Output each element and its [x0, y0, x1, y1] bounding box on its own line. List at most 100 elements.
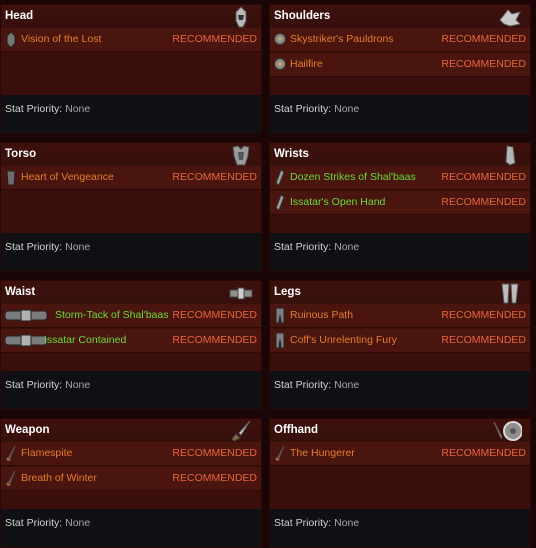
item-name-link[interactable]: Breath of Winter — [21, 472, 97, 484]
item-name-link[interactable]: Issatar's Open Hand — [290, 196, 385, 208]
pauldron-item-icon — [274, 56, 286, 73]
item-name-link[interactable]: Flamespite — [21, 447, 72, 459]
item-row[interactable]: Hailfire RECOMMENDED — [270, 53, 530, 77]
stat-priority-key: Stat Priority: — [5, 241, 63, 253]
stat-priority-label: Stat Priority: None — [5, 517, 90, 529]
item-row[interactable]: Flamespite RECOMMENDED — [1, 442, 261, 466]
stat-priority-label: Stat Priority: None — [5, 241, 90, 253]
item-row[interactable]: Coff's Unrelenting Fury RECOMMENDED — [270, 329, 530, 353]
helmet-item-icon — [5, 31, 17, 48]
chest-armor-icon — [229, 144, 253, 166]
stat-priority-bar: Stat Priority: None — [1, 95, 261, 133]
recommended-tag: RECOMMENDED — [441, 196, 526, 208]
panel-legs: Legs Ruinous Path RECOMMENDED Coff's Unrele… — [269, 280, 531, 410]
panel-weapon: Weapon Flamespite RECOMMENDED Breath of Win… — [0, 418, 262, 548]
recommended-tag: RECOMMENDED — [441, 447, 526, 459]
recommended-tag: RECOMMENDED — [441, 58, 526, 70]
item-row[interactable]: Storm-Tack of Shal'baas RECOMMENDED — [1, 304, 261, 328]
stat-priority-value: None — [65, 379, 91, 391]
item-name-link[interactable]: Skystriker's Pauldrons — [290, 33, 394, 45]
recommended-tag: RECOMMENDED — [441, 334, 526, 346]
stat-priority-key: Stat Priority: — [5, 517, 63, 529]
stat-priority-bar: Stat Priority: None — [270, 95, 530, 133]
item-row[interactable]: Issatar's Open Hand RECOMMENDED — [270, 191, 530, 215]
dagger-icon — [229, 420, 253, 442]
legs-item-icon — [274, 307, 286, 324]
legs-armor-icon — [498, 282, 522, 304]
panel-title: Waist — [5, 286, 36, 298]
shoulder-armor-icon — [498, 6, 522, 28]
item-row[interactable]: Skystriker's Pauldrons RECOMMENDED — [270, 28, 530, 52]
stat-priority-value: None — [334, 241, 360, 253]
stat-priority-value: None — [65, 103, 91, 115]
panel-title: Shoulders — [274, 10, 331, 22]
panel-title: Weapon — [5, 424, 50, 436]
panel-header: Waist — [1, 281, 261, 303]
panel-wrists: Wrists Dozen Strikes of Shal'baas RECOMMEN… — [269, 142, 531, 272]
panel-title: Wrists — [274, 148, 309, 160]
panel-header: Offhand — [270, 419, 530, 441]
panel-waist: Waist Storm-Tack of Shal'baas RECOMMENDED I… — [0, 280, 262, 410]
dagger-item-icon — [274, 445, 286, 462]
item-name-link[interactable]: Dozen Strikes of Shal'baas — [290, 171, 416, 183]
item-name-link[interactable]: Ruinous Path — [290, 309, 353, 321]
helmet-icon — [229, 6, 253, 28]
stat-priority-key: Stat Priority: — [274, 517, 332, 529]
dagger-item-icon — [5, 445, 17, 462]
stat-priority-label: Stat Priority: None — [274, 103, 359, 115]
item-row[interactable]: Vision of the Lost RECOMMENDED — [1, 28, 261, 52]
item-row[interactable]: Dozen Strikes of Shal'baas RECOMMENDED — [270, 166, 530, 190]
panel-header: Head — [1, 5, 261, 28]
bracer-item-icon — [274, 194, 286, 211]
panel-head: Head Vision of the Lost RECOMMENDED Stat Pr… — [0, 4, 262, 134]
panel-title: Torso — [5, 148, 37, 160]
stat-priority-label: Stat Priority: None — [274, 517, 359, 529]
chest-item-icon — [5, 169, 17, 186]
panel-shoulders: Shoulders Skystriker's Pauldrons RECOMMEND… — [269, 4, 531, 134]
panel-header: Shoulders — [270, 5, 530, 27]
recommended-tag: RECOMMENDED — [172, 334, 257, 346]
panel-title: Offhand — [274, 424, 319, 436]
item-name-link[interactable]: The Hungerer — [290, 447, 355, 459]
dagger-item-icon — [5, 470, 17, 487]
recommended-tag: RECOMMENDED — [441, 171, 526, 183]
panel-torso: Torso Heart of Vengeance RECOMMENDED Stat P… — [0, 142, 262, 272]
stat-priority-label: Stat Priority: None — [274, 379, 359, 391]
belt-icon — [229, 282, 253, 304]
item-row[interactable]: Heart of Vengeance RECOMMENDED — [1, 166, 261, 190]
panel-header: Legs — [270, 281, 530, 304]
recommended-tag: RECOMMENDED — [172, 447, 257, 459]
stat-priority-bar: Stat Priority: None — [1, 233, 261, 271]
item-name-link[interactable]: Storm-Tack of Shal'baas — [55, 309, 168, 321]
recommended-tag: RECOMMENDED — [441, 33, 526, 45]
stat-priority-label: Stat Priority: None — [274, 241, 359, 253]
item-name-link[interactable]: Issatar Contained — [44, 334, 126, 346]
stat-priority-key: Stat Priority: — [274, 103, 332, 115]
item-row[interactable]: Issatar Contained RECOMMENDED — [1, 329, 261, 353]
stat-priority-bar: Stat Priority: None — [1, 509, 261, 547]
item-name-link[interactable]: Coff's Unrelenting Fury — [290, 334, 397, 346]
item-name-link[interactable]: Vision of the Lost — [21, 33, 101, 45]
legs-item-icon — [274, 332, 286, 349]
stat-priority-value: None — [65, 517, 91, 529]
stat-priority-bar: Stat Priority: None — [270, 233, 530, 271]
stat-priority-value: None — [65, 241, 91, 253]
item-row[interactable]: Ruinous Path RECOMMENDED — [270, 304, 530, 328]
stat-priority-key: Stat Priority: — [5, 103, 63, 115]
pauldron-item-icon — [274, 31, 286, 48]
bracer-item-icon — [274, 169, 286, 186]
panel-title: Head — [5, 10, 34, 22]
item-name-link[interactable]: Hailfire — [290, 58, 323, 70]
item-name-link[interactable]: Heart of Vengeance — [21, 171, 114, 183]
bracer-icon — [498, 144, 522, 166]
recommended-tag: RECOMMENDED — [172, 171, 257, 183]
item-row[interactable]: The Hungerer RECOMMENDED — [270, 442, 530, 466]
stat-priority-label: Stat Priority: None — [5, 379, 90, 391]
panel-title: Legs — [274, 286, 301, 298]
stat-priority-bar: Stat Priority: None — [1, 371, 261, 409]
stat-priority-bar: Stat Priority: None — [270, 371, 530, 409]
stat-priority-value: None — [334, 103, 360, 115]
item-row[interactable]: Breath of Winter RECOMMENDED — [1, 467, 261, 491]
panel-header: Weapon — [1, 419, 261, 442]
sword-and-shield-icon — [492, 420, 523, 442]
